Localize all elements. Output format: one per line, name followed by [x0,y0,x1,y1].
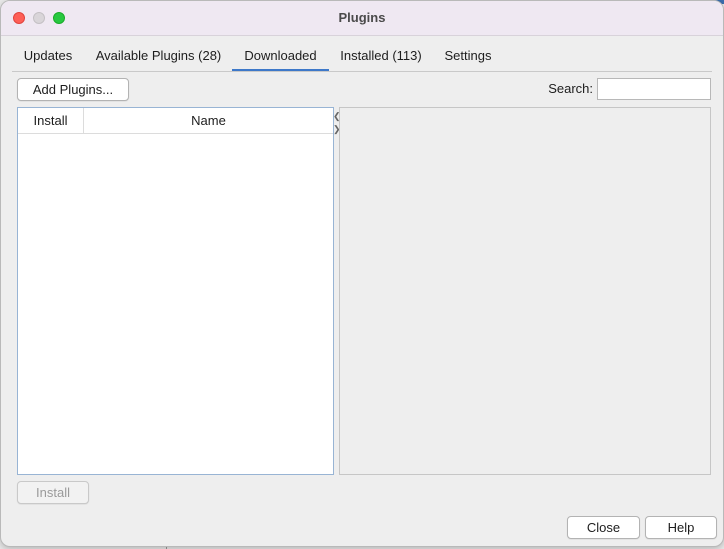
install-button[interactable]: Install [17,481,89,504]
tab-bar: Updates Available Plugins (28) Downloade… [12,41,712,72]
search-label: Search: [548,81,593,96]
plugins-dialog: Plugins Updates Available Plugins (28) D… [0,0,724,547]
title-bar[interactable]: Plugins [1,1,723,36]
tab-available-plugins[interactable]: Available Plugins (28) [85,41,232,70]
tab-installed[interactable]: Installed (113) [329,41,433,70]
search-input[interactable] [597,78,711,100]
plugin-details-panel [339,107,711,475]
tab-updates[interactable]: Updates [12,41,84,70]
tab-settings[interactable]: Settings [433,41,503,70]
close-button[interactable]: Close [567,516,640,539]
table-header: Install Name [18,108,333,134]
help-button[interactable]: Help [645,516,717,539]
window-title: Plugins [338,10,386,25]
downloaded-plugins-table[interactable]: Install Name [17,107,334,475]
tab-downloaded[interactable]: Downloaded [232,41,329,71]
column-header-name[interactable]: Name [84,108,333,133]
column-header-install[interactable]: Install [18,108,84,133]
add-plugins-button[interactable]: Add Plugins... [17,78,129,101]
